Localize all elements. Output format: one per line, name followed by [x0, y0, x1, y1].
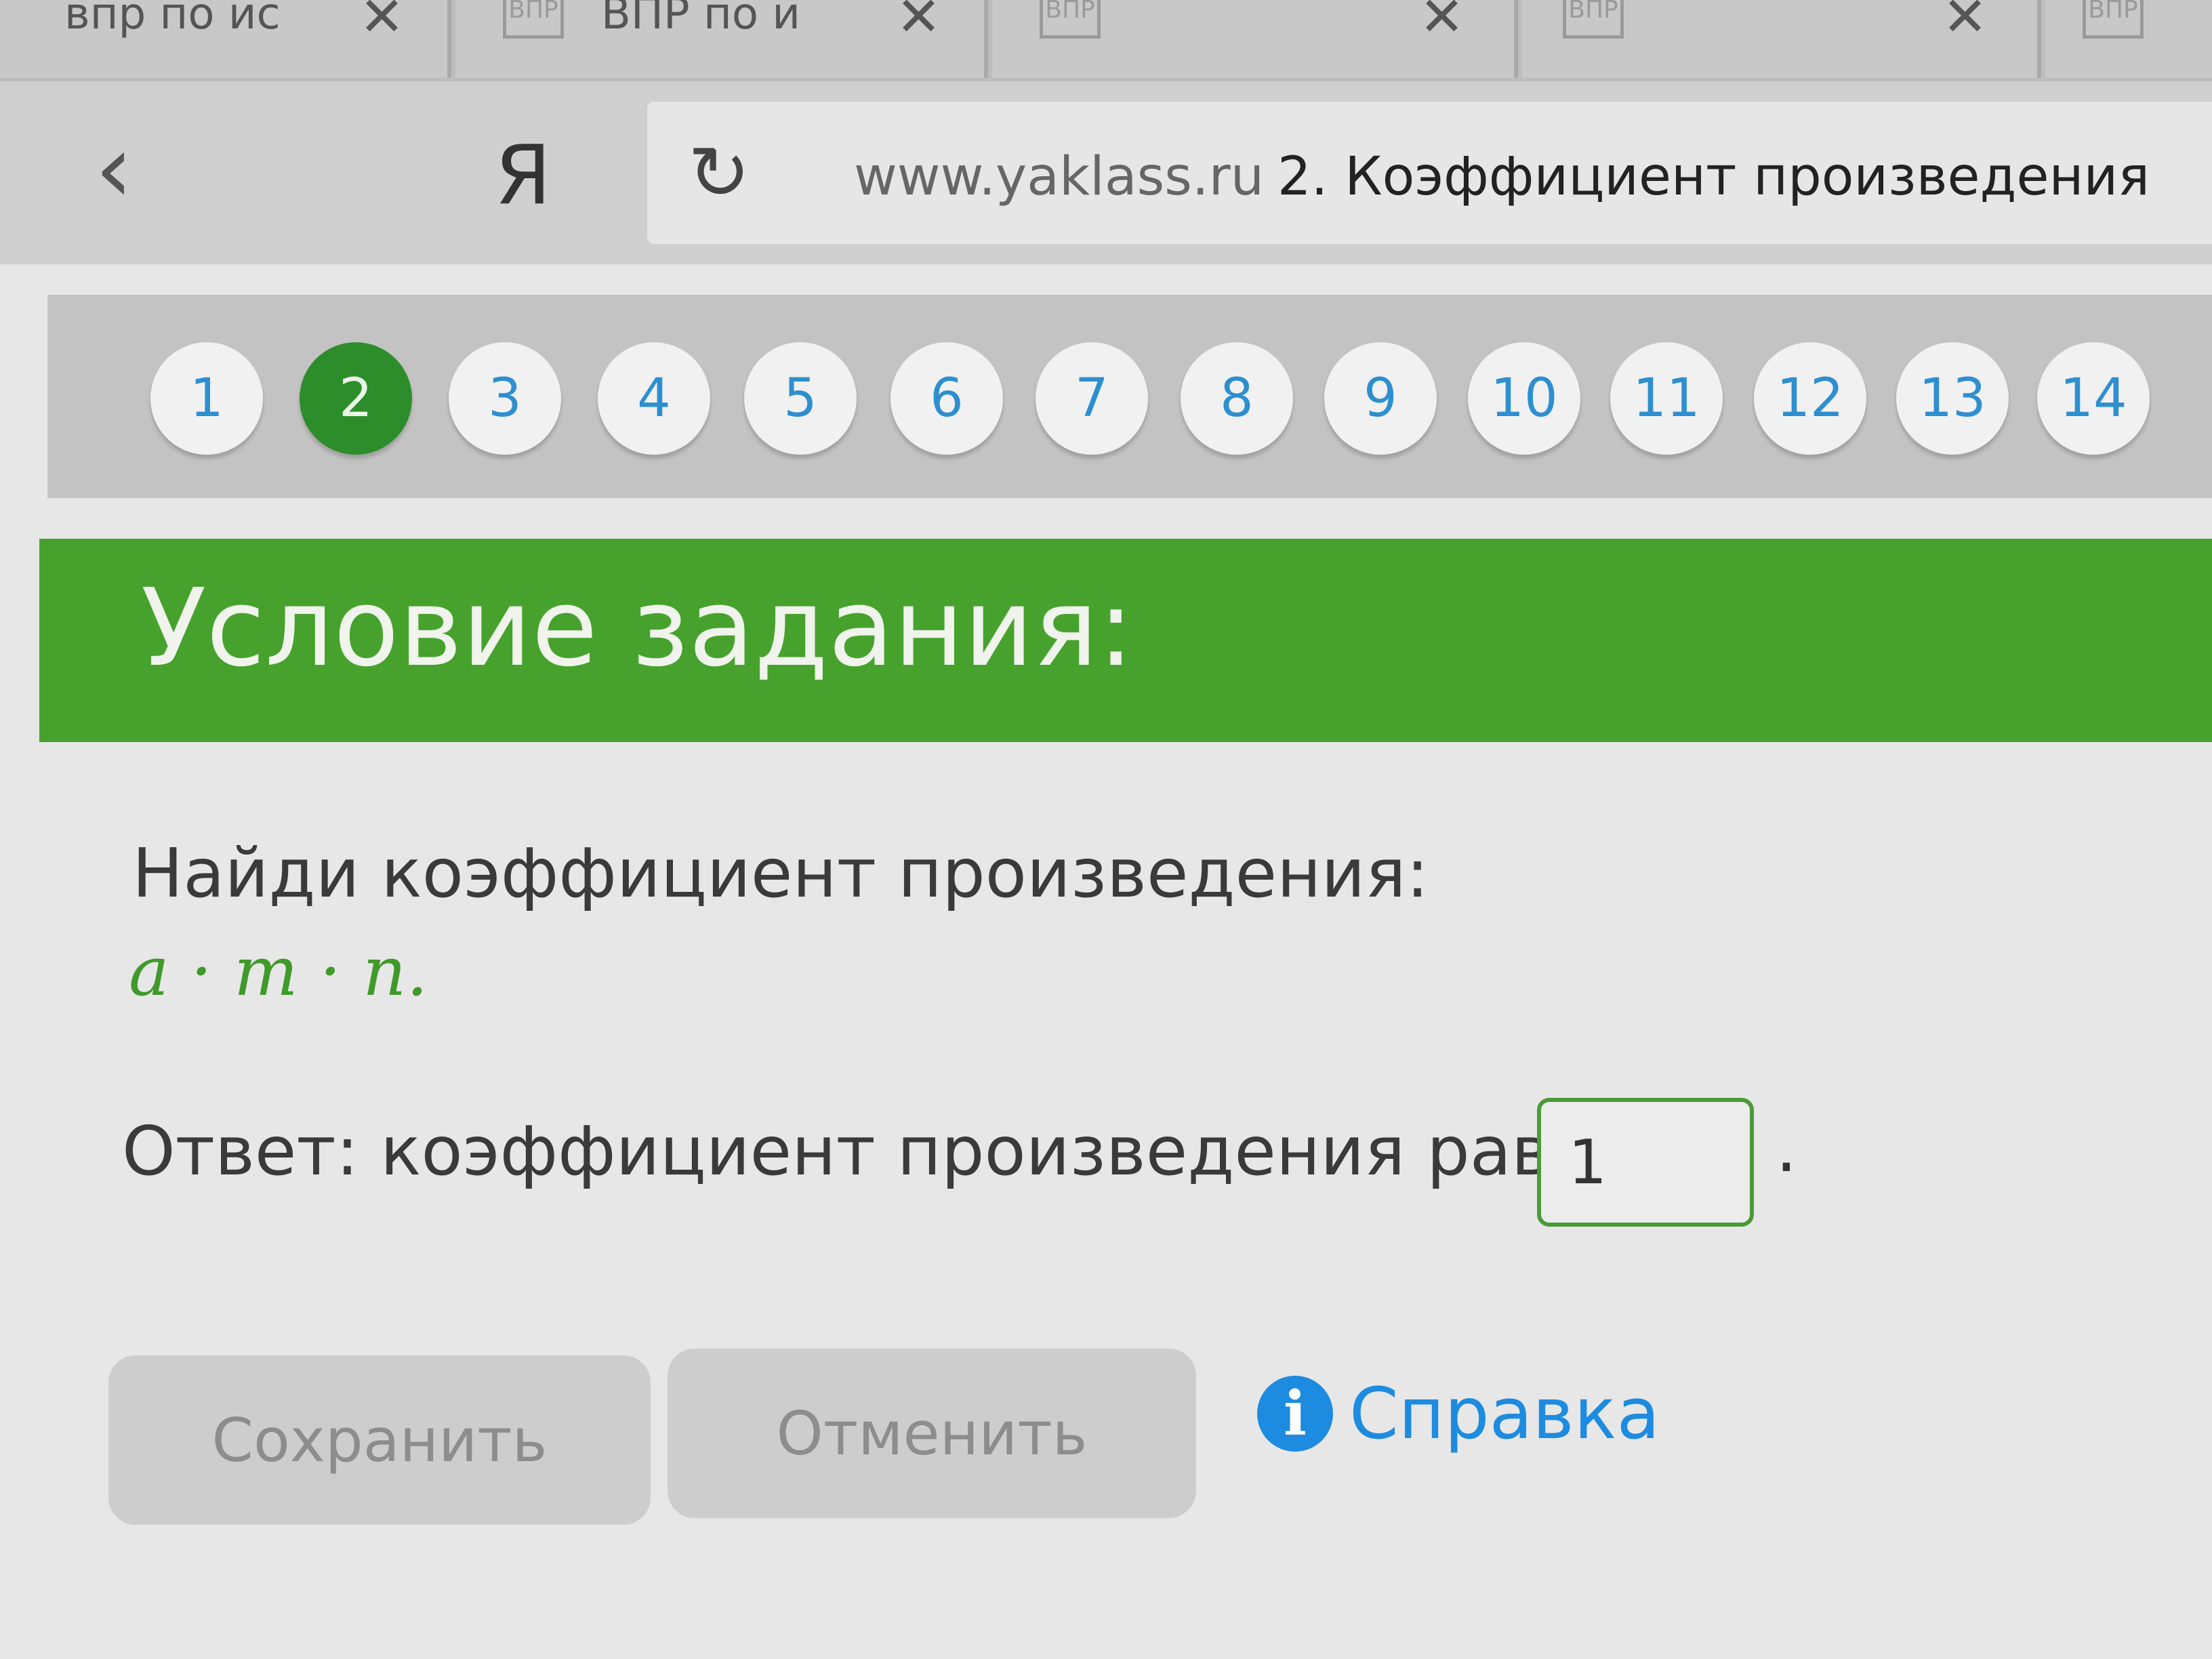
- pager-item-12[interactable]: 12: [1754, 342, 1866, 455]
- url-host: www.yaklass.ru: [854, 146, 1265, 207]
- pager-item-1[interactable]: 1: [150, 342, 263, 455]
- browser-toolbar: ‹ Я ↻ www.yaklass.ru 2. Коэффициент прои…: [0, 81, 2212, 264]
- task-formula: a · m · n.: [129, 932, 428, 1011]
- pager-item-11[interactable]: 11: [1610, 342, 1723, 455]
- task-header-title: Условие задания:: [141, 566, 1134, 691]
- pager-item-13[interactable]: 13: [1896, 342, 2009, 455]
- pager-item-3[interactable]: 3: [449, 342, 561, 455]
- browser-tab-1[interactable]: впр по ис ✕: [0, 0, 451, 78]
- pager-item-2[interactable]: 2: [300, 342, 412, 455]
- pager-item-9[interactable]: 9: [1324, 342, 1437, 455]
- browser-tab-3[interactable]: ВПР ✕: [992, 0, 1518, 78]
- help-label[interactable]: Справка: [1349, 1372, 1660, 1455]
- close-tab-icon[interactable]: ✕: [1942, 0, 1988, 48]
- vpr-favicon-icon: ВПР: [1563, 0, 1624, 39]
- page-content: 1 2 3 4 5 6 7 8 9 10 11 12 13 14 Условие…: [0, 264, 2212, 1659]
- pager-item-14[interactable]: 14: [2037, 342, 2150, 455]
- task-question: Найди коэффициент произведения:: [132, 834, 1429, 913]
- back-icon[interactable]: ‹: [95, 122, 133, 217]
- browser-tab-4[interactable]: ВПР ✕: [1522, 0, 2041, 78]
- answer-label: Ответ: коэффициент произведения равен: [122, 1111, 1637, 1191]
- close-tab-icon[interactable]: ✕: [896, 0, 941, 48]
- yandex-logo-icon[interactable]: Я: [495, 129, 551, 224]
- cancel-button[interactable]: Отменить: [668, 1349, 1196, 1518]
- tab-title: ВПР по и: [601, 0, 800, 39]
- reload-icon[interactable]: ↻: [688, 132, 750, 213]
- pager-item-10[interactable]: 10: [1468, 342, 1580, 455]
- close-tab-icon[interactable]: ✕: [359, 0, 405, 48]
- save-button[interactable]: Сохранить: [108, 1355, 651, 1525]
- address-bar[interactable]: ↻ www.yaklass.ru 2. Коэффициент произвед…: [647, 102, 2212, 244]
- info-icon[interactable]: i: [1257, 1376, 1333, 1452]
- task-header-banner: Условие задания:: [39, 539, 2212, 742]
- vpr-favicon-icon: ВПР: [503, 0, 564, 39]
- browser-tab-2[interactable]: ВПР ВПР по и ✕: [455, 0, 988, 78]
- vpr-favicon-icon: ВПР: [1040, 0, 1101, 39]
- pager-item-6[interactable]: 6: [890, 342, 1003, 455]
- browser-tab-strip: впр по ис ✕ ВПР ВПР по и ✕ ВПР ✕ ВПР ✕ В…: [0, 0, 2212, 81]
- task-pager: 1 2 3 4 5 6 7 8 9 10 11 12 13 14: [47, 295, 2212, 498]
- pager-item-7[interactable]: 7: [1036, 342, 1148, 455]
- answer-input[interactable]: [1537, 1098, 1754, 1227]
- close-tab-icon[interactable]: ✕: [1419, 0, 1465, 48]
- help-link[interactable]: i Справка: [1257, 1372, 1660, 1455]
- vpr-favicon-icon: ВПР: [2083, 0, 2144, 39]
- page-title: 2. Коэффициент произведения: [1277, 146, 2150, 207]
- browser-tab-5[interactable]: ВПР: [2045, 0, 2212, 78]
- pager-item-5[interactable]: 5: [744, 342, 857, 455]
- tab-title: впр по ис: [64, 0, 281, 39]
- pager-item-8[interactable]: 8: [1181, 342, 1293, 455]
- answer-suffix: .: [1776, 1108, 1797, 1187]
- pager-item-4[interactable]: 4: [598, 342, 710, 455]
